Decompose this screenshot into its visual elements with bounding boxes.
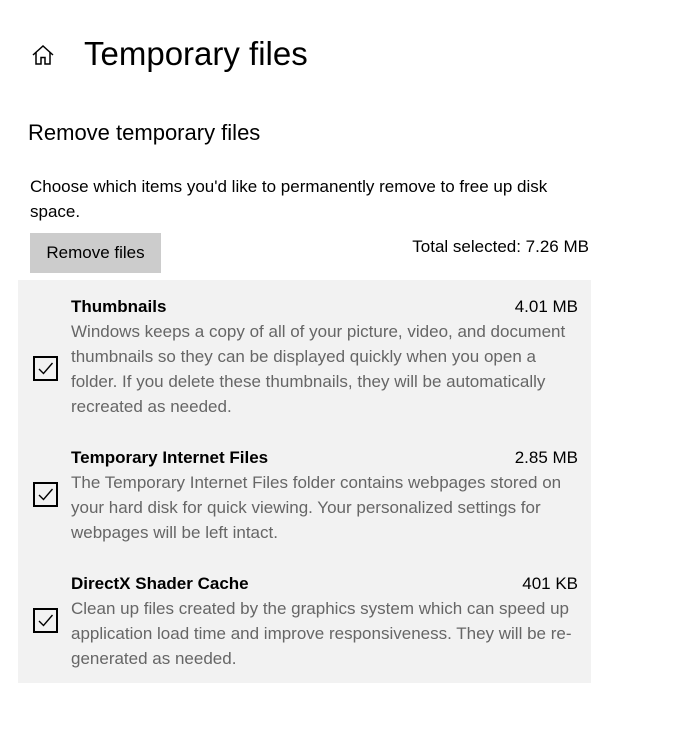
home-icon[interactable] bbox=[31, 43, 55, 67]
remove-files-button[interactable]: Remove files bbox=[30, 233, 161, 273]
item-name: Temporary Internet Files bbox=[71, 448, 269, 467]
list-item-directx-shader-cache: DirectX Shader Cache 401 KB Clean up fil… bbox=[18, 571, 591, 671]
checkbox-thumbnails[interactable] bbox=[33, 356, 58, 381]
checkbox-temporary-internet-files[interactable] bbox=[33, 482, 58, 507]
section-title: Remove temporary files bbox=[28, 120, 261, 145]
list-item-temporary-internet-files: Temporary Internet Files 2.85 MB The Tem… bbox=[18, 445, 591, 545]
item-name: Thumbnails bbox=[71, 297, 167, 316]
item-description: Windows keeps a copy of all of your pict… bbox=[71, 322, 566, 416]
item-size: 4.01 MB bbox=[514, 297, 578, 316]
total-selected-label: Total selected: 7.26 MB bbox=[412, 237, 589, 256]
item-description: The Temporary Internet Files folder cont… bbox=[71, 473, 562, 542]
page-title: Temporary files bbox=[84, 35, 308, 72]
item-size: 401 KB bbox=[522, 574, 578, 593]
item-description: Clean up files created by the graphics s… bbox=[71, 599, 572, 668]
checkmark-icon bbox=[38, 362, 54, 375]
checkmark-icon bbox=[38, 614, 54, 627]
file-items-list: Thumbnails 4.01 MB Windows keeps a copy … bbox=[18, 280, 591, 683]
checkbox-directx-shader-cache[interactable] bbox=[33, 608, 58, 633]
list-item-thumbnails: Thumbnails 4.01 MB Windows keeps a copy … bbox=[18, 294, 591, 424]
item-size: 2.85 MB bbox=[514, 448, 578, 467]
item-name: DirectX Shader Cache bbox=[71, 574, 249, 593]
section-description: Choose which items you'd like to permane… bbox=[30, 177, 548, 221]
checkmark-icon bbox=[38, 488, 54, 501]
